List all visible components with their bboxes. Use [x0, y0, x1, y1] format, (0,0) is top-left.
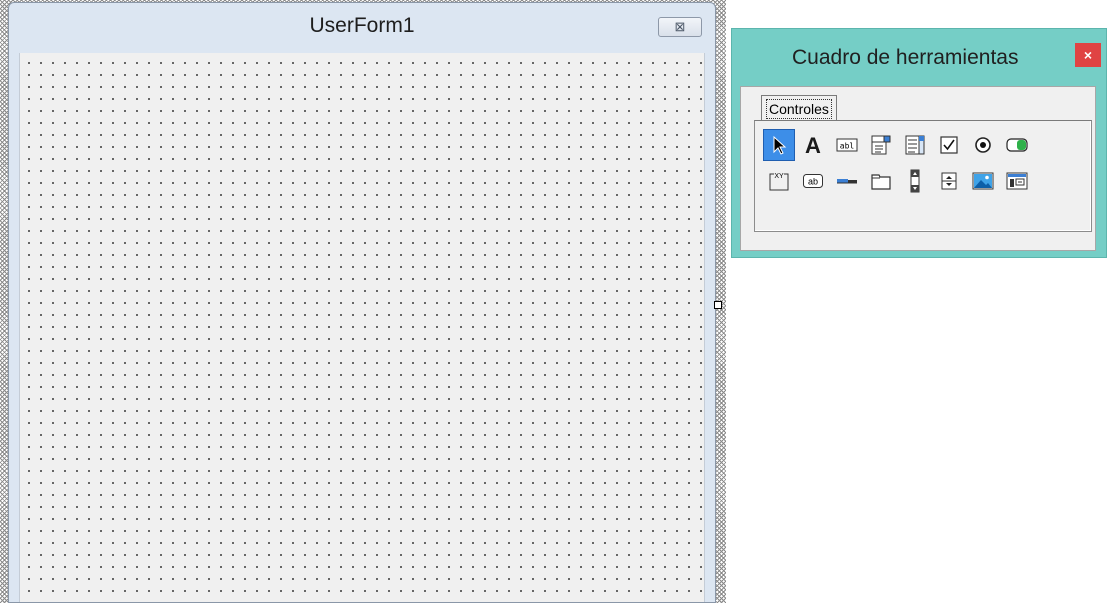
toolbox-close-button[interactable]: × [1075, 43, 1101, 67]
optionbutton-icon [975, 137, 991, 153]
svg-text:XY: XY [774, 173, 784, 180]
spinbutton-icon [941, 172, 957, 190]
image-icon [972, 172, 994, 190]
svg-text:A: A [805, 133, 821, 157]
tool-label[interactable]: A [797, 129, 829, 161]
userform-title: UserForm1 [309, 14, 415, 37]
toolbox-title: Cuadro de herramientas [792, 46, 1019, 69]
tool-multipage[interactable] [865, 165, 897, 197]
tab-controles[interactable]: Controles [761, 95, 837, 121]
tabstrip-icon [837, 179, 857, 184]
tool-textbox[interactable]: abl [831, 129, 863, 161]
tool-togglebutton[interactable] [1001, 129, 1033, 161]
toolbox-window[interactable]: Cuadro de herramientas × Controles A abl… [731, 28, 1107, 258]
tool-spinbutton[interactable] [933, 165, 965, 197]
toolbox-controls-page: A abl XY ab [754, 120, 1092, 232]
tab-controles-label: Controles [766, 98, 832, 119]
tool-optionbutton[interactable] [967, 129, 999, 161]
userform-window[interactable]: UserForm1 ⊠ [8, 2, 716, 603]
tool-select-objects[interactable] [763, 129, 795, 161]
userform-titlebar[interactable]: UserForm1 ⊠ [9, 3, 715, 53]
svg-text:ab: ab [808, 177, 818, 187]
tool-checkbox[interactable] [933, 129, 965, 161]
commandbutton-icon: ab [803, 174, 823, 188]
pointer-icon [773, 135, 787, 155]
tool-image[interactable] [967, 165, 999, 197]
combobox-icon [871, 135, 891, 155]
togglebutton-icon [1006, 138, 1028, 152]
svg-text:abl: abl [840, 142, 855, 151]
tool-tabstrip[interactable] [831, 165, 863, 197]
resize-handle-right[interactable] [714, 301, 722, 309]
userform-close-button[interactable]: ⊠ [658, 17, 702, 37]
multipage-icon [871, 174, 891, 190]
close-icon: × [1083, 47, 1093, 63]
userform-design-grid[interactable] [19, 53, 705, 602]
checkbox-icon [940, 136, 958, 154]
toolbox-body: Controles A abl XY ab [740, 86, 1096, 251]
tool-listbox[interactable] [899, 129, 931, 161]
textbox-icon: abl [836, 138, 858, 152]
tool-scrollbar[interactable] [899, 165, 931, 197]
tool-commandbutton[interactable]: ab [797, 165, 829, 197]
scrollbar-icon [910, 169, 920, 193]
listbox-icon [905, 135, 925, 155]
close-icon: ⊠ [674, 19, 686, 34]
tool-combobox[interactable] [865, 129, 897, 161]
label-icon: A [805, 133, 821, 157]
frame-icon: XY [769, 173, 789, 191]
tool-refedit[interactable] [1001, 165, 1033, 197]
toolbox-titlebar[interactable]: Cuadro de herramientas × [732, 29, 1106, 85]
refedit-icon [1006, 172, 1028, 190]
tool-frame[interactable]: XY [763, 165, 795, 197]
